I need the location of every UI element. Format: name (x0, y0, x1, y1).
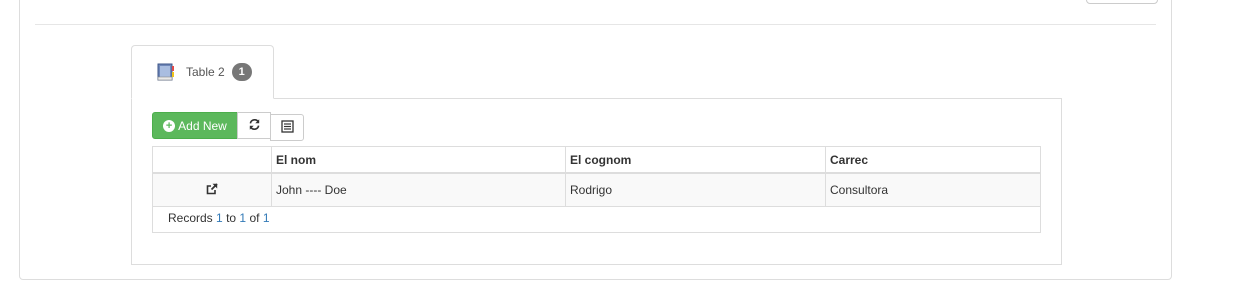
records-to: 1 (239, 211, 247, 225)
refresh-icon (248, 118, 261, 134)
column-header-carrec[interactable]: Carrec (825, 147, 1040, 174)
records-to-word: to (226, 211, 237, 225)
records-summary: Records 1 to 1 of 1 (168, 211, 270, 225)
count-badge: 1 (231, 63, 252, 81)
header-row: El nom El cognom Carrec (153, 147, 1040, 174)
column-header-actions (153, 147, 272, 174)
book-icon (155, 62, 177, 82)
tab-label: Table 2 (186, 65, 225, 79)
records-table: El nom El cognom Carrec John ---- Doe Ro… (153, 147, 1040, 207)
divider (35, 24, 1156, 25)
column-header-nom[interactable]: El nom (271, 147, 566, 174)
add-new-label: Add New (178, 118, 227, 133)
data-grid: El nom El cognom Carrec John ---- Doe Ro… (152, 146, 1041, 233)
top-right-button[interactable] (1086, 0, 1158, 4)
external-link-icon[interactable] (206, 182, 218, 198)
column-header-cognom[interactable]: El cognom (565, 147, 826, 174)
columns-button[interactable] (270, 114, 304, 141)
records-of-word: of (249, 211, 260, 225)
row-action-cell (153, 173, 272, 207)
cell-nom: John ---- Doe (271, 173, 566, 207)
list-icon (280, 119, 294, 136)
add-new-button[interactable]: + Add New (152, 112, 238, 139)
tab-table-2[interactable]: Table 2 1 (131, 45, 274, 99)
records-prefix: Records (168, 211, 213, 225)
table-row: John ---- Doe Rodrigo Consultora (153, 173, 1040, 207)
refresh-button[interactable] (237, 112, 271, 139)
records-total: 1 (262, 211, 270, 225)
records-from: 1 (216, 211, 223, 225)
cell-carrec: Consultora (825, 173, 1040, 207)
plus-circle-icon: + (163, 119, 176, 132)
cell-cognom: Rodrigo (565, 173, 826, 207)
